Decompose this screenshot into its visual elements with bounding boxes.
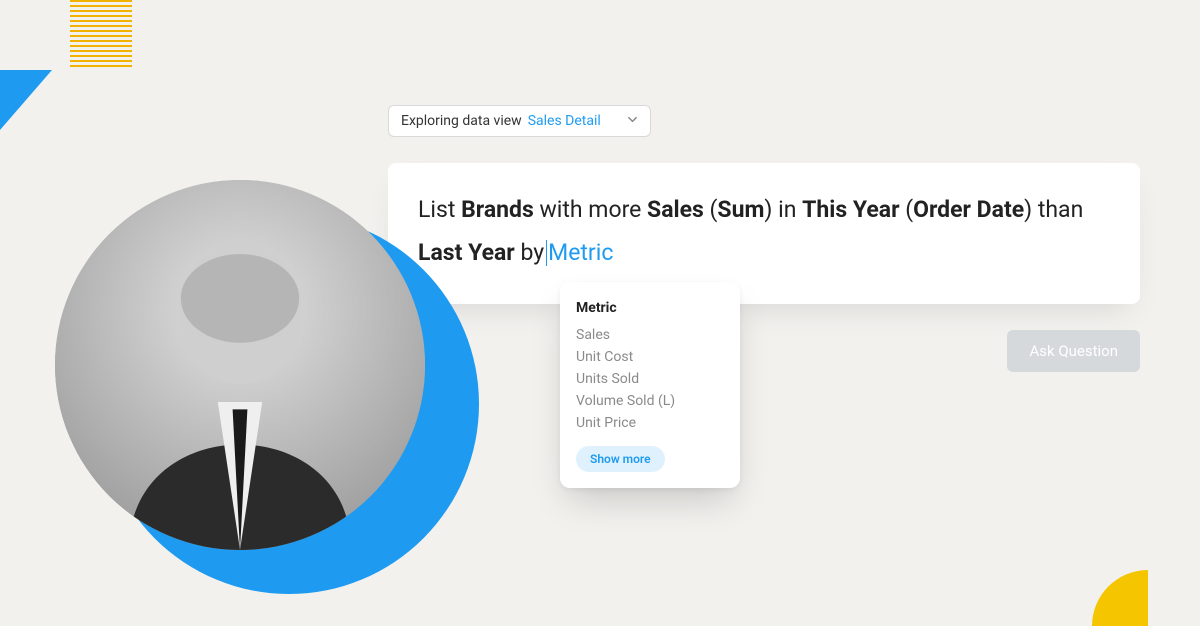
dropdown-option[interactable]: Units Sold bbox=[576, 368, 724, 390]
decor-triangle bbox=[0, 70, 52, 130]
query-token: ) in bbox=[764, 196, 802, 223]
data-view-selector[interactable]: Exploring data view Sales Detail bbox=[388, 105, 651, 137]
query-token: by bbox=[515, 239, 544, 266]
query-token: Sum bbox=[717, 196, 764, 223]
ask-question-button[interactable]: Ask Question bbox=[1007, 330, 1140, 372]
dropdown-option[interactable]: Unit Price bbox=[576, 412, 724, 434]
query-card: List Brands with more Sales (Sum) in Thi… bbox=[388, 163, 1140, 304]
decor-stripes bbox=[70, 0, 132, 70]
query-token: ( bbox=[704, 196, 718, 223]
query-highlighted-token: Metric bbox=[548, 239, 613, 266]
dropdown-heading: Metric bbox=[576, 300, 724, 316]
query-token: ( bbox=[900, 196, 914, 223]
text-cursor bbox=[546, 240, 547, 265]
query-token: ) than bbox=[1024, 196, 1083, 223]
avatar-block bbox=[55, 180, 475, 600]
metric-dropdown: Metric Sales Unit Cost Units Sold Volume… bbox=[560, 282, 740, 488]
avatar bbox=[55, 180, 425, 550]
dropdown-option[interactable]: Unit Cost bbox=[576, 346, 724, 368]
show-more-button[interactable]: Show more bbox=[576, 446, 665, 472]
decor-quarter-circle bbox=[1092, 570, 1148, 626]
query-token: This Year bbox=[802, 196, 899, 223]
person-icon bbox=[55, 180, 425, 550]
selector-prefix: Exploring data view bbox=[401, 113, 522, 129]
query-token: Order Date bbox=[913, 196, 1024, 223]
query-input[interactable]: List Brands with more Sales (Sum) in Thi… bbox=[418, 189, 1110, 274]
query-token: Sales bbox=[647, 196, 704, 223]
dropdown-option[interactable]: Sales bbox=[576, 324, 724, 346]
dropdown-option[interactable]: Volume Sold (L) bbox=[576, 390, 724, 412]
query-token: with more bbox=[534, 196, 647, 223]
selector-value: Sales Detail bbox=[528, 113, 601, 129]
chevron-down-icon bbox=[627, 113, 638, 129]
